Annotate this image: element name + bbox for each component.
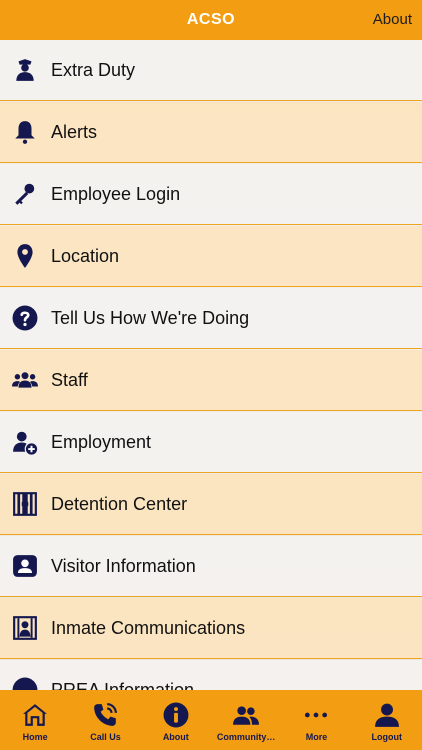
add-user-icon — [12, 429, 38, 455]
community-icon — [233, 706, 260, 725]
menu-item-alerts[interactable]: Alerts — [0, 102, 422, 163]
visitor-badge-icon — [12, 553, 38, 579]
menu-item-label: Employee Login — [51, 183, 181, 204]
user-icon — [374, 703, 399, 727]
menu-item-label: Detention Center — [51, 493, 188, 514]
officer-icon — [12, 57, 38, 83]
menu-list: Extra Duty Alerts Employee Login Locatio… — [0, 40, 422, 690]
key-icon — [12, 181, 38, 207]
menu-item-staff[interactable]: Staff — [0, 350, 422, 411]
group-icon — [12, 367, 38, 393]
home-icon — [23, 704, 48, 726]
menu-item-label: Inmate Communications — [51, 617, 246, 638]
tab-label: Home — [22, 732, 48, 742]
tab-label: Call Us — [90, 732, 121, 742]
more-dots-icon — [305, 712, 328, 718]
info-icon — [12, 677, 38, 690]
menu-item-detention-center[interactable]: Detention Center — [0, 474, 422, 535]
about-link[interactable]: About — [373, 0, 412, 40]
map-pin-icon — [12, 243, 38, 269]
tab-label: Logout — [371, 732, 403, 742]
tab-call-us[interactable]: Call Us — [70, 690, 140, 750]
menu-item-employee-login[interactable]: Employee Login — [0, 164, 422, 225]
menu-item-extra-duty[interactable]: Extra Duty — [0, 40, 422, 101]
menu-item-feedback[interactable]: Tell Us How We're Doing — [0, 288, 422, 349]
menu-item-employment[interactable]: Employment — [0, 412, 422, 473]
tab-label: More — [305, 732, 328, 742]
tab-about[interactable]: About — [141, 690, 211, 750]
menu-item-label: Extra Duty — [51, 59, 136, 80]
app-header: ACSO About — [0, 0, 422, 40]
menu-item-prea-information[interactable]: PREA Information — [0, 660, 422, 690]
menu-item-inmate-communications[interactable]: Inmate Communications — [0, 598, 422, 659]
question-icon — [12, 305, 38, 331]
menu-item-visitor-information[interactable]: Visitor Information — [0, 536, 422, 597]
tab-community[interactable]: Community… — [211, 690, 281, 750]
menu-item-location[interactable]: Location — [0, 226, 422, 287]
tab-home[interactable]: Home — [0, 690, 70, 750]
menu-item-label: Alerts — [51, 121, 98, 142]
bottom-tab-bar: Home Call Us About Community… More Logou… — [0, 690, 422, 750]
menu-item-label: Location — [51, 245, 120, 266]
tab-logout[interactable]: Logout — [352, 690, 422, 750]
phone-icon — [94, 703, 118, 726]
tab-label: Community… — [216, 732, 276, 742]
menu-item-label: Employment — [51, 431, 152, 452]
inmate-icon — [12, 615, 38, 641]
info-icon — [163, 702, 189, 728]
menu-item-label: PREA Information — [51, 679, 195, 691]
bell-icon — [12, 119, 38, 145]
menu-item-label: Visitor Information — [51, 555, 196, 576]
menu-item-label: Tell Us How We're Doing — [51, 307, 250, 328]
tab-label: About — [162, 732, 189, 742]
menu-item-label: Staff — [51, 369, 88, 390]
tab-more[interactable]: More — [281, 690, 351, 750]
page-title: ACSO — [186, 11, 236, 28]
jail-cell-icon — [12, 491, 38, 517]
